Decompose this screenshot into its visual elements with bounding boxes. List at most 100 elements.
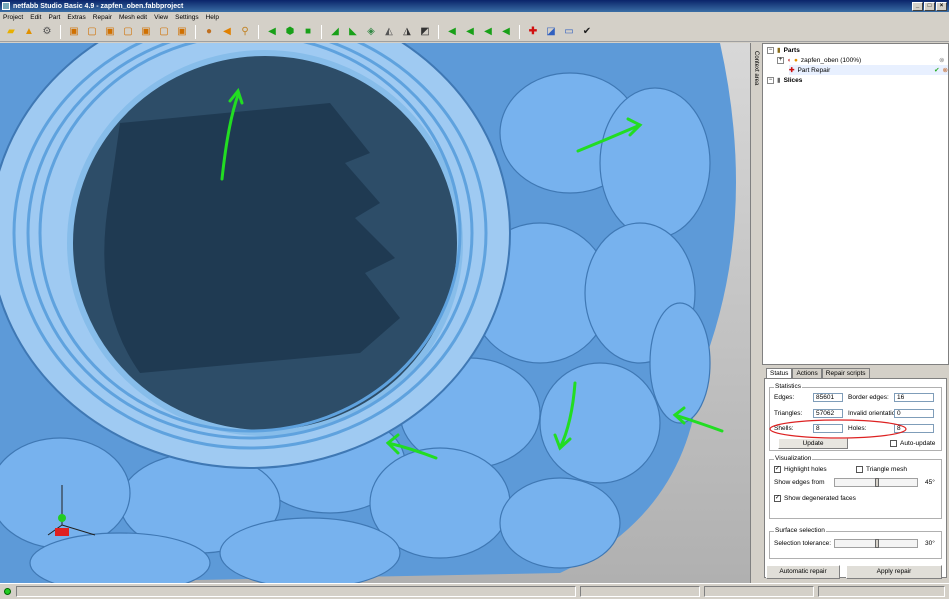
view-right-icon[interactable]: ▢ [121,25,135,39]
tab-repair-scripts[interactable]: Repair scripts [821,368,870,378]
expand-toggle-icon[interactable]: + [777,56,784,64]
forward-arrow-green-2-icon[interactable]: ◀ [499,25,513,39]
measure-icon[interactable]: ◪ [544,25,558,39]
show-edges-slider[interactable] [834,478,918,487]
context-area-tab[interactable]: Context area [750,43,762,583]
tab-actions[interactable]: Actions [792,368,822,378]
highlight-holes-label: Highlight holes [784,466,827,473]
open-folder-icon[interactable]: ▰ [4,25,18,39]
tree-node-part-repair[interactable]: ✚ Part Repair ✔ ⊗ [789,65,948,75]
auto-update-label: Auto-update [900,440,936,447]
parts-folder-icon: ▮ [777,47,781,54]
edges-value: 85601 [813,393,843,402]
context-area-label: Context area [753,51,759,86]
apply-checkmark-icon[interactable]: ✔ [580,25,594,39]
view-left-icon[interactable]: ▣ [103,25,117,39]
triangle-mesh-label: Triangle mesh [866,466,907,473]
tree-node-part[interactable]: + ◖ ● zapfen_oben (100%) [777,55,861,65]
select-surface-icon[interactable]: ⬢ [283,25,297,39]
show-degenerated-checkbox[interactable]: ✓ [774,495,781,502]
repair-check-icon[interactable]: ✔ [934,66,939,74]
model-render [0,43,750,583]
menu-settings[interactable]: Settings [175,14,199,21]
back-arrow-green-icon[interactable]: ◀ [445,25,459,39]
window-title: netfabb Studio Basic 4.9 - zapfen_oben.f… [13,2,184,10]
view-back-icon[interactable]: ▢ [85,25,99,39]
tree-node-parts[interactable]: − ▮ Parts [767,45,800,55]
menu-view[interactable]: View [154,14,168,21]
selection-tolerance-knob[interactable] [875,539,879,548]
view-iso-icon[interactable]: ▣ [175,25,189,39]
inner-thread-shadow [104,103,401,373]
menu-help[interactable]: Help [206,14,219,21]
minimize-button[interactable]: _ [912,1,923,11]
tree-node-slices[interactable]: − ▮ Slices [767,75,802,85]
mesh-split-icon[interactable]: ◮ [400,25,414,39]
show-edges-knob[interactable] [875,478,879,487]
zoom-search-icon[interactable]: ⚲ [238,25,252,39]
tab-status[interactable]: Status [766,368,793,378]
selection-tolerance-label: Selection tolerance: [774,540,832,547]
add-triangle-icon[interactable]: ◈ [364,25,378,39]
surface-selection-title: Surface selection [774,527,826,534]
selection-tolerance-value: 30° [925,540,935,547]
zoom-all-icon[interactable]: ● [202,25,216,39]
slices-toggle-icon[interactable]: − [767,76,774,84]
statistics-group: Statistics Edges: 85601 Border edges: 16… [769,383,942,451]
repair-close-icon[interactable]: ⊗ [943,66,948,74]
menu-bar: Project Edit Part Extras Repair Mesh edi… [0,12,949,22]
automatic-repair-button[interactable]: Automatic repair [766,565,840,579]
red-highlight-circle [769,419,907,439]
part-color-icon: ● [793,56,798,64]
settings-gear-icon[interactable]: ⚙ [40,25,54,39]
zoom-back-icon[interactable]: ◀ [220,25,234,39]
view-bottom-icon[interactable]: ▢ [157,25,171,39]
window-controls: _ □ × [912,1,947,11]
menu-part[interactable]: Part [48,14,60,21]
flip-triangle-icon[interactable]: ◣ [346,25,360,39]
show-edges-value: 45° [925,479,935,486]
slice-icon[interactable]: ▭ [562,25,576,39]
triangle-mesh-checkbox[interactable] [856,466,863,473]
view-front-icon[interactable]: ▣ [67,25,81,39]
border-edges-label: Border edges: [848,394,889,401]
toolbar: ▰ ▲ ⚙ ▣ ▢ ▣ ▢ ▣ ▢ ▣ ● ◀ ⚲ ◀ ⬢ ■ ◢ ◣ ◈ ◭ … [0,22,949,42]
add-part-icon[interactable]: ▲ [22,25,36,39]
3d-viewport[interactable] [0,43,750,583]
select-shell-icon[interactable]: ■ [301,25,315,39]
forward-arrow-green-icon[interactable]: ◀ [481,25,495,39]
panel-tabs: Status Actions Repair scripts [766,368,949,378]
invalid-orientation-value: 0 [894,409,934,418]
highlight-holes-checkbox[interactable]: ✓ [774,466,781,473]
auto-update-checkbox[interactable] [890,440,897,447]
border-edges-value: 16 [894,393,934,402]
slices-folder-icon: ▮ [777,77,781,84]
apply-repair-button[interactable]: Apply repair [846,565,942,579]
edges-label: Edges: [774,394,795,401]
part-remove-icon[interactable]: ⊗ [939,55,944,65]
add-part-red-cross-icon[interactable]: ✚ [526,25,540,39]
menu-mesh-edit[interactable]: Mesh edit [119,14,147,21]
remove-triangle-icon[interactable]: ◢ [328,25,342,39]
menu-edit[interactable]: Edit [30,14,41,21]
view-top-icon[interactable]: ▣ [139,25,153,39]
mesh-cut-icon[interactable]: ◩ [418,25,432,39]
selection-tolerance-slider[interactable] [834,539,918,548]
collapse-toggle-icon[interactable]: − [767,46,774,54]
part-name: zapfen_oben (100%) [800,56,862,64]
slices-label: Slices [783,76,803,84]
close-button[interactable]: × [936,1,947,11]
parts-label: Parts [783,46,800,54]
app-icon [2,2,10,10]
mesh-edit-icon[interactable]: ◭ [382,25,396,39]
project-tree: − ▮ Parts + ◖ ● zapfen_oben (100%) ⊗ ✚ P… [762,43,949,365]
back-arrow-green-2-icon[interactable]: ◀ [463,25,477,39]
menu-extras[interactable]: Extras [67,14,85,21]
select-triangle-icon[interactable]: ◀ [265,25,279,39]
repair-panel: Status Actions Repair scripts Statistics… [762,368,949,583]
menu-project[interactable]: Project [3,14,23,21]
menu-repair[interactable]: Repair [93,14,112,21]
maximize-button[interactable]: □ [924,1,935,11]
surface-selection-group: Surface selection Selection tolerance: 3… [769,527,942,559]
statistics-title: Statistics [774,383,803,390]
